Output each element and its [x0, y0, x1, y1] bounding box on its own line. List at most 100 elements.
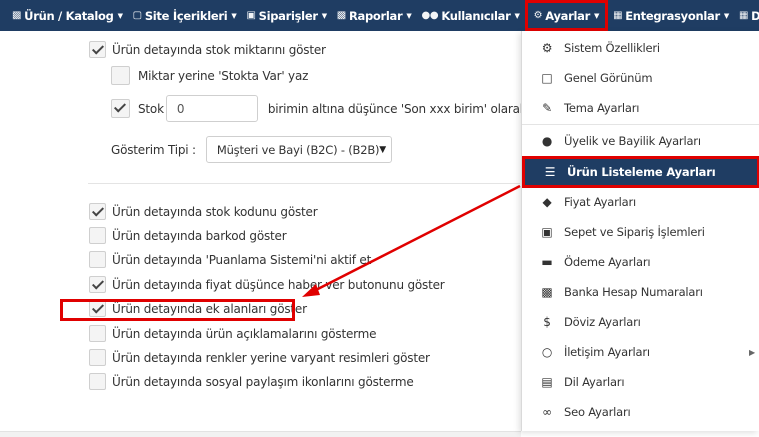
sitemap-icon: ▦: [613, 10, 623, 21]
nav-label: D: [751, 8, 759, 23]
menu-item-label: Sepet ve Sipariş İşlemleri: [564, 225, 705, 239]
menu-item-label: Tema Ayarları: [564, 101, 640, 115]
option-barcode[interactable]: Ürün detayında barkod göster: [89, 227, 287, 244]
menu-item-label: Fiyat Ayarları: [564, 195, 637, 209]
card-icon: ▬: [541, 255, 553, 269]
menu-item-label: İletişim Ayarları: [564, 345, 650, 359]
nav-raporlar[interactable]: ▩ Raporlar ▼: [332, 0, 417, 31]
cart-icon: ▣: [246, 10, 256, 21]
menu-item-doviz-ayarlari[interactable]: $ Döviz Ayarları: [522, 307, 759, 337]
menu-item-label: Döviz Ayarları: [564, 315, 641, 329]
gears-icon: ⚙: [541, 41, 553, 55]
nav-urun-katalog[interactable]: ▩ Ürün / Katalog ▼: [0, 0, 128, 31]
option-label: Ürün detayında 'Puanlama Sistemi'ni akti…: [112, 252, 372, 267]
nav-entegrasyonlar[interactable]: ▦ Entegrasyonlar ▼: [608, 0, 734, 31]
menu-item-urun-listeleme[interactable]: ☰ Ürün Listeleme Ayarları: [522, 156, 759, 188]
checkbox[interactable]: [89, 349, 106, 366]
checkbox[interactable]: [89, 325, 106, 342]
option-social-icons[interactable]: Ürün detayında sosyal paylaşım ikonların…: [89, 373, 414, 390]
nav-site-icerikleri[interactable]: ▢ Site İçerikleri ▼: [128, 0, 242, 31]
chat-icon: ○: [541, 345, 553, 359]
chart-icon: ▩: [336, 10, 346, 21]
option-label: Ürün detayında barkod göster: [112, 228, 287, 243]
menu-item-dil-ayarlari[interactable]: ▤ Dil Ayarları: [522, 367, 759, 397]
option-stock-instead[interactable]: Miktar yerine 'Stokta Var' yaz: [111, 66, 308, 85]
menu-item-label: Dil Ayarları: [564, 375, 625, 389]
grid-icon: ▦: [738, 10, 749, 21]
chevron-down-icon: ▼: [379, 144, 387, 155]
stock-prefix-label: Stok: [138, 101, 164, 116]
users-icon: ●●: [421, 10, 439, 21]
display-type-label: Gösterim Tipi :: [111, 142, 196, 157]
option-label: Ürün detayında stok kodunu göster: [112, 204, 318, 219]
caret-down-icon: ▼: [321, 11, 327, 20]
option-stock-threshold[interactable]: Stok 0 birimin altına düşünce 'Son xxx b…: [111, 95, 555, 122]
checkbox[interactable]: [89, 251, 106, 268]
caret-down-icon: ▼: [593, 11, 600, 20]
menu-item-label: Seo Ayarları: [564, 405, 631, 419]
caret-down-icon: ▼: [406, 11, 412, 20]
checkbox[interactable]: [89, 41, 106, 58]
language-icon: ▤: [541, 375, 553, 389]
option-label: Ürün detayında stok miktarını göster: [112, 42, 326, 57]
menu-item-banka-hesap[interactable]: ▩ Banka Hesap Numaraları: [522, 277, 759, 307]
menu-item-label: Ürün Listeleme Ayarları: [567, 165, 716, 179]
nav-label: Site İçerikleri: [144, 8, 228, 23]
caret-down-icon: ▼: [231, 11, 237, 20]
option-hide-descriptions[interactable]: Ürün detayında ürün açıklamalarını göste…: [89, 325, 377, 342]
nav-label: Ürün / Katalog: [24, 8, 114, 23]
select-value: Müşteri ve Bayi (B2C) - (B2B): [216, 142, 380, 157]
menu-divider: [522, 124, 759, 125]
option-stock-show[interactable]: Ürün detayında stok miktarını göster: [89, 41, 326, 58]
nav-label: Ayarlar: [545, 8, 590, 23]
checkbox[interactable]: [89, 227, 106, 244]
option-label: Ürün detayında fiyat düşünce haber ver b…: [112, 277, 445, 292]
option-label: Ürün detayında ürün açıklamalarını göste…: [112, 326, 377, 341]
nav-more[interactable]: ▦ D: [734, 0, 759, 31]
menu-item-label: Banka Hesap Numaraları: [564, 285, 703, 299]
basket-icon: ▣: [541, 225, 553, 239]
menu-item-genel-gorunum[interactable]: □ Genel Görünüm: [522, 63, 759, 93]
list-icon: ☰: [544, 165, 556, 179]
nav-label: Entegrasyonlar: [625, 8, 720, 23]
option-variant-images[interactable]: Ürün detayında renkler yerine varyant re…: [89, 349, 430, 366]
checkbox[interactable]: [111, 99, 130, 118]
nav-ayarlar[interactable]: ⚙ Ayarlar ▼: [524, 0, 609, 31]
option-label: Miktar yerine 'Stokta Var' yaz: [138, 68, 309, 83]
divider: [88, 183, 520, 184]
cubes-icon: ▩: [12, 10, 22, 21]
menu-item-seo-ayarlari[interactable]: ∞ Seo Ayarları: [522, 397, 759, 427]
option-stock-code[interactable]: Ürün detayında stok kodunu göster: [89, 203, 318, 220]
menu-item-tema-ayarlari[interactable]: ✎ Tema Ayarları: [522, 93, 759, 123]
checkbox[interactable]: [89, 373, 106, 390]
ayarlar-dropdown: ⚙ Sistem Özellikleri □ Genel Görünüm ✎ T…: [521, 31, 759, 431]
stock-suffix-label: birimin altına düşünce 'Son xxx birim' o…: [267, 101, 556, 116]
menu-item-sepet-siparis[interactable]: ▣ Sepet ve Sipariş İşlemleri: [522, 217, 759, 247]
menu-item-iletisim-ayarlari[interactable]: ○ İletişim Ayarları ▶: [522, 337, 759, 367]
option-label: Ürün detayında sosyal paylaşım ikonların…: [112, 374, 414, 389]
nav-label: Kullanıcılar: [441, 8, 511, 23]
link-icon: ∞: [542, 405, 552, 419]
nav-siparisler[interactable]: ▣ Siparişler ▼: [241, 0, 331, 31]
stock-threshold-input[interactable]: 0: [165, 95, 258, 122]
display-type-select[interactable]: Müşteri ve Bayi (B2C) - (B2B) ▼: [205, 136, 392, 163]
menu-item-fiyat-ayarlari[interactable]: ◆ Fiyat Ayarları: [522, 187, 759, 217]
monitor-icon: □: [541, 71, 553, 85]
menu-item-uyelik-bayilik[interactable]: ● Üyelik ve Bayilik Ayarları: [522, 126, 759, 156]
gears-icon: ⚙: [533, 10, 543, 21]
menu-item-sistem-ozellikleri[interactable]: ⚙ Sistem Özellikleri: [522, 33, 759, 63]
tag-icon: ◆: [542, 195, 552, 209]
checkbox[interactable]: [111, 66, 130, 85]
menu-item-label: Genel Görünüm: [564, 71, 653, 85]
dollar-icon: $: [543, 315, 551, 329]
file-icon: ▢: [132, 10, 142, 21]
nav-kullanicilar[interactable]: ●● Kullanıcılar ▼: [416, 0, 524, 31]
content-bottom-border: [0, 431, 521, 437]
display-type-row: Gösterim Tipi : Müşteri ve Bayi (B2C) - …: [111, 136, 392, 163]
top-navbar: ▩ Ürün / Katalog ▼ ▢ Site İçerikleri ▼ ▣…: [0, 0, 759, 31]
checkbox[interactable]: [89, 203, 106, 220]
menu-item-odeme-ayarlari[interactable]: ▬ Ödeme Ayarları: [522, 247, 759, 277]
checkbox[interactable]: [89, 276, 106, 293]
option-rating[interactable]: Ürün detayında 'Puanlama Sistemi'ni akti…: [89, 251, 371, 268]
option-price-drop[interactable]: Ürün detayında fiyat düşünce haber ver b…: [89, 276, 445, 293]
